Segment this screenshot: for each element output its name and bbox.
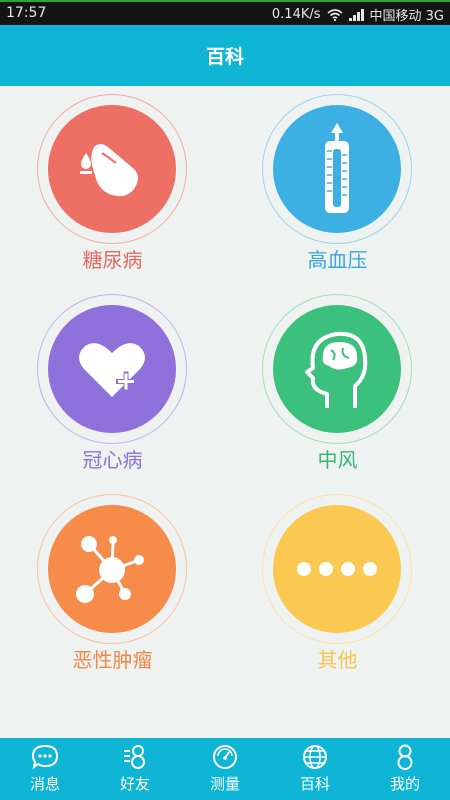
- title-bar: 百科: [0, 25, 450, 86]
- tab-mine[interactable]: 我的: [360, 738, 450, 800]
- category-circle: [48, 505, 176, 633]
- category-circle: [48, 305, 176, 433]
- wifi-icon: [326, 8, 343, 21]
- category-tumor[interactable]: 恶性肿瘤: [0, 486, 225, 686]
- category-coronary[interactable]: 冠心病: [0, 286, 225, 486]
- brain-head-icon: [297, 324, 377, 414]
- page-title: 百科: [205, 46, 244, 68]
- tab-label: 测量: [209, 775, 240, 793]
- tab-label: 好友: [119, 775, 150, 793]
- category-label: 其他: [317, 648, 358, 672]
- blood-drop-finger-icon: [72, 129, 152, 209]
- status-bar: 17:57 0.14K/s 中国移动 3G: [0, 0, 450, 25]
- chat-bubble-icon: [31, 744, 59, 773]
- category-grid: 糖尿病 高血压 冠心病 中风 恶性肿瘤 其他: [0, 86, 450, 738]
- category-label: 糖尿病: [82, 248, 143, 272]
- heart-plus-icon: [72, 329, 152, 409]
- tab-label: 消息: [29, 775, 60, 793]
- progress-line: [0, 0, 450, 2]
- category-other[interactable]: 其他: [225, 486, 450, 686]
- tab-encyclopedia[interactable]: 百科: [270, 738, 360, 800]
- friends-icon: [121, 744, 149, 773]
- globe-icon: [301, 744, 329, 773]
- category-circle: [48, 105, 176, 233]
- category-hypertension[interactable]: 高血压: [225, 86, 450, 286]
- person-icon: [391, 744, 419, 773]
- category-circle: [273, 305, 401, 433]
- carrier-name: 中国移动 3G: [369, 9, 444, 24]
- tab-label: 我的: [389, 775, 420, 793]
- tab-measure[interactable]: 测量: [180, 738, 270, 800]
- category-label: 高血压: [307, 248, 368, 272]
- molecule-icon: [67, 524, 157, 614]
- category-label: 中风: [317, 448, 358, 472]
- category-stroke[interactable]: 中风: [225, 286, 450, 486]
- category-label: 冠心病: [82, 448, 143, 472]
- category-diabetes[interactable]: 糖尿病: [0, 86, 225, 286]
- signal-icon: [348, 8, 364, 21]
- tab-label: 百科: [299, 775, 330, 793]
- network-speed: 0.14K/s: [271, 7, 321, 22]
- status-time: 17:57: [6, 5, 47, 21]
- status-right: 0.14K/s 中国移动 3G: [272, 5, 444, 24]
- category-circle: [273, 505, 401, 633]
- tab-friends[interactable]: 好友: [90, 738, 180, 800]
- category-label: 恶性肿瘤: [72, 648, 153, 672]
- more-dots-icon: [295, 559, 379, 579]
- gauge-icon: [211, 744, 239, 773]
- thermometer-icon: [297, 119, 377, 219]
- tab-messages[interactable]: 消息: [0, 738, 90, 800]
- category-circle: [273, 105, 401, 233]
- bottom-tab-bar: 消息 好友 测量 百科 我的: [0, 738, 450, 800]
